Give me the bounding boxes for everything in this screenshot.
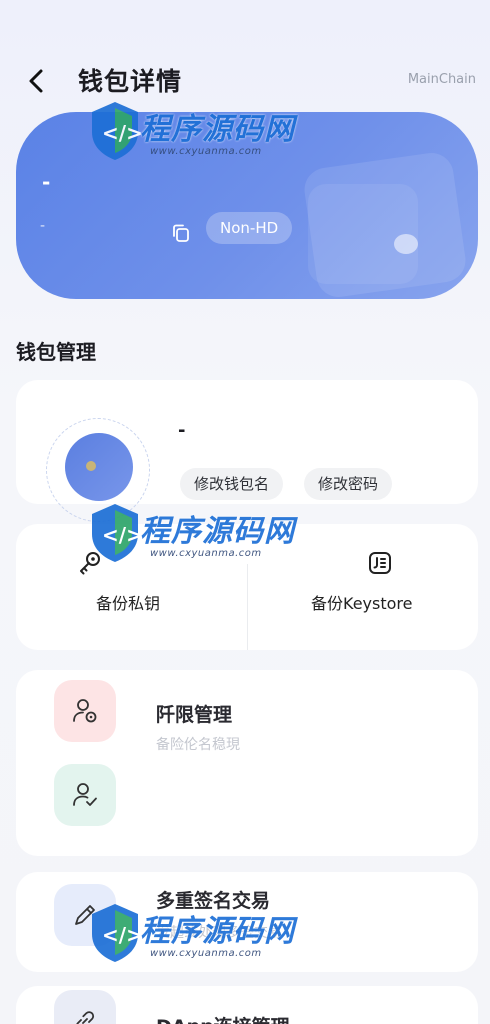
card-dot: [394, 234, 418, 254]
permission-card[interactable]: 阡限管理 备险伦名稳現: [16, 670, 478, 856]
wallet-name: -: [42, 170, 51, 194]
permission-subtitle: 备险伦名稳現: [156, 737, 240, 753]
profile-name: -: [178, 420, 186, 441]
dapp-title: DApp连接管理: [156, 1012, 290, 1024]
watermark: </> 程序源码网 www.cxyuanma.com: [88, 898, 298, 988]
copy-icon: [173, 224, 189, 242]
watermark: </> 程序源码网 www.cxyuanma.com: [88, 498, 298, 588]
svg-text:</>: </>: [102, 923, 142, 947]
back-icon: [29, 69, 43, 93]
wallet-detail-page: 钱包详情 MainChain - - Non-HD 钱包管理 - 修改钱包名 修…: [0, 0, 490, 1024]
wallet-address: -: [40, 218, 46, 234]
change-password-button[interactable]: 修改密码: [304, 468, 393, 500]
watermark-brand: 程序源码网: [140, 514, 295, 549]
permission-tile: [54, 680, 116, 742]
backup-private-key-label: 备份私钥: [96, 594, 161, 613]
rename-wallet-button[interactable]: 修改钱包名: [180, 468, 284, 500]
user-check-icon: [73, 783, 97, 806]
watermark-site: www.cxyuanma.com: [150, 146, 262, 157]
link-icon: [76, 1011, 95, 1024]
copy-address-button[interactable]: [170, 222, 192, 244]
svg-text:</>: </>: [102, 523, 142, 547]
keystore-icon: [365, 548, 395, 578]
dapp-tile: [54, 990, 116, 1024]
dapp-card[interactable]: DApp连接管理: [16, 986, 478, 1024]
profile-card: - 修改钱包名 修改密码: [16, 380, 478, 522]
watermark-site: www.cxyuanma.com: [150, 548, 262, 559]
page-title: 钱包详情: [78, 67, 183, 96]
watermark-brand: 程序源码网: [140, 914, 295, 949]
shield-logo-icon: </>: [92, 904, 142, 962]
user-settings-icon: [73, 699, 97, 723]
chain-name: MainChain: [407, 72, 476, 87]
shield-logo-icon: </>: [92, 102, 142, 160]
permission-title: 阡限管理: [156, 704, 233, 726]
approval-tile: [54, 764, 116, 826]
backup-keystore-label: 备份Keystore: [311, 594, 413, 613]
watermark-brand: 程序源码网: [140, 112, 295, 147]
watermark: </> 程序源码网 www.cxyuanma.com: [88, 96, 298, 186]
section-title-wallet-management: 钱包管理: [16, 340, 96, 364]
back-button[interactable]: [22, 66, 52, 96]
avatar[interactable]: [65, 433, 133, 501]
watermark-site: www.cxyuanma.com: [150, 948, 262, 959]
wallet-type-badge: Non-HD: [206, 212, 293, 244]
shield-logo-icon: </>: [92, 504, 142, 562]
svg-text:</>: </>: [102, 121, 142, 145]
